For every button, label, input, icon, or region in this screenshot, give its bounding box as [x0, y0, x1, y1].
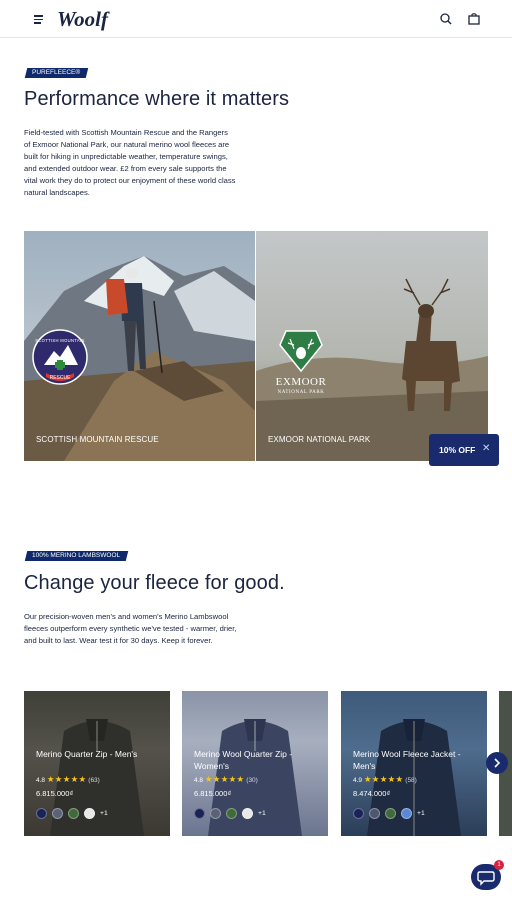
chevron-right-icon: [494, 758, 501, 768]
purefleece-tag-text: PUREFLEECE®: [32, 69, 81, 76]
product-card[interactable]: Merino Quarter Zip - Men's 4.8 ★★★★★ (63…: [24, 691, 170, 836]
color-swatches: +1: [194, 808, 266, 819]
color-swatch[interactable]: [68, 808, 79, 819]
svg-text:SCOTTISH MOUNTAIN: SCOTTISH MOUNTAIN: [35, 338, 84, 343]
review-count: (30): [246, 777, 258, 784]
color-swatches: +1: [36, 808, 108, 819]
exmoor-logo-title: EXMOOR: [276, 376, 327, 388]
product-price: 6.815.000₫: [194, 789, 232, 798]
hamburger-menu-icon[interactable]: [31, 11, 47, 27]
partner-label: SCOTTISH MOUNTAIN RESCUE: [36, 435, 159, 444]
color-swatch[interactable]: [226, 808, 237, 819]
product-title[interactable]: Merino Quarter Zip - Men's: [36, 748, 156, 760]
product-card[interactable]: Merino Wool Quarter Zip - Women's 4.8 ★★…: [182, 691, 328, 836]
more-colors[interactable]: +1: [417, 810, 425, 817]
product-price: 8.474.000₫: [353, 789, 391, 798]
product-price: 6.815.000₫: [36, 789, 74, 798]
svg-text:RESCUE: RESCUE: [50, 375, 72, 381]
shopping-bag-icon[interactable]: [466, 11, 482, 27]
review-count: (58): [405, 777, 417, 784]
close-icon[interactable]: ✕: [482, 443, 490, 454]
color-swatch[interactable]: [194, 808, 205, 819]
product-title[interactable]: Merino Wool Quarter Zip - Women's: [194, 748, 314, 772]
color-swatch[interactable]: [353, 808, 364, 819]
color-swatch[interactable]: [52, 808, 63, 819]
product-rating: 4.8 ★★★★★ (30): [194, 774, 258, 785]
merino-lambswool-tag: 100% MERINO LAMBSWOOL: [24, 551, 129, 561]
merino-lambswool-tag-text: 100% MERINO LAMBSWOOL: [32, 552, 121, 559]
partner-scottish-mountain-rescue[interactable]: RESCUE SCOTTISH MOUNTAIN SCOTTISH MOUNTA…: [24, 231, 255, 461]
discount-popup[interactable]: 10% OFF ✕: [429, 434, 499, 466]
star-rating-icon: ★★★★★: [363, 774, 404, 784]
woolf-logo[interactable]: Woolf: [57, 6, 123, 32]
product-rating: 4.9 ★★★★★ (58): [353, 774, 417, 785]
product-card[interactable]: Merino Wool Fleece Jacket - Men's 4.9 ★★…: [341, 691, 487, 836]
review-count: (63): [88, 777, 100, 784]
change-fleece-heading: Change your fleece for good.: [24, 572, 285, 594]
color-swatch[interactable]: [401, 808, 412, 819]
chat-notification-badge: 1: [494, 860, 504, 870]
site-header: Woolf: [0, 0, 512, 38]
exmoor-national-park-logo: EXMOOR NATIONAL PARK: [276, 330, 327, 395]
scottish-mountain-rescue-badge: RESCUE SCOTTISH MOUNTAIN: [32, 329, 88, 385]
more-colors[interactable]: +1: [100, 810, 108, 817]
color-swatch[interactable]: [210, 808, 221, 819]
color-swatches: +1: [353, 808, 425, 819]
performance-heading: Performance where it matters: [24, 88, 290, 110]
partner-exmoor-national-park[interactable]: EXMOOR NATIONAL PARK EXMOOR NATIONAL PAR…: [256, 231, 488, 461]
color-swatch[interactable]: [36, 808, 47, 819]
color-swatch[interactable]: [242, 808, 253, 819]
star-rating-icon: ★★★★★: [204, 774, 245, 784]
color-swatch[interactable]: [84, 808, 95, 819]
star-rating-icon: ★★★★★: [46, 774, 87, 784]
more-colors[interactable]: +1: [258, 810, 266, 817]
performance-paragraph: Field-tested with Scottish Mountain Resc…: [24, 128, 236, 197]
product-rating: 4.8 ★★★★★ (63): [36, 774, 100, 785]
partner-label: EXMOOR NATIONAL PARK: [268, 435, 371, 444]
change-fleece-paragraph: Our precision-woven men's and women's Me…: [24, 612, 237, 645]
rating-value: 4.9: [353, 777, 363, 784]
purefleece-tag: PUREFLEECE®: [24, 68, 89, 78]
rating-value: 4.8: [36, 777, 46, 784]
search-icon[interactable]: [438, 11, 454, 27]
color-swatch[interactable]: [385, 808, 396, 819]
logo-text: Woolf: [57, 7, 110, 31]
product-title[interactable]: Merino Wool Fleece Jacket - Men's: [353, 748, 473, 772]
color-swatch[interactable]: [369, 808, 380, 819]
exmoor-logo-sub: NATIONAL PARK: [277, 390, 324, 395]
carousel-next-button[interactable]: [486, 752, 508, 774]
rating-value: 4.8: [194, 777, 204, 784]
discount-label: 10% OFF: [439, 445, 476, 455]
